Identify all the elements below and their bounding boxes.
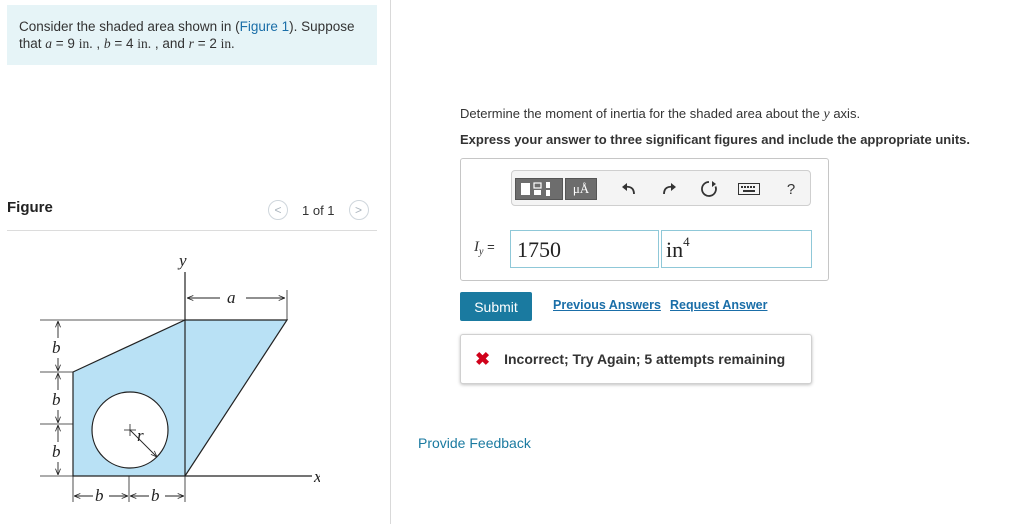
- answer-variable-label: Iy =: [474, 239, 495, 258]
- redo-icon[interactable]: [658, 178, 680, 200]
- label-b: b: [52, 338, 61, 357]
- help-button[interactable]: ?: [780, 178, 802, 200]
- figure-link[interactable]: Figure 1: [240, 19, 290, 34]
- pager-next-button[interactable]: >: [348, 200, 369, 220]
- label-a: a: [227, 288, 236, 307]
- label-b: b: [151, 486, 160, 505]
- var-b: b: [103, 36, 111, 51]
- y-axis-label: y: [177, 251, 187, 270]
- problem-line-1: Consider the shaded area shown in (Figur…: [19, 19, 355, 34]
- problem-line-2: that a = 9 in. , b = 4 in. , and r = 2 i…: [19, 36, 235, 51]
- answer-panel: μÅ ? Iy = 1750 in4: [460, 158, 829, 281]
- label-b: b: [95, 486, 104, 505]
- figure-divider: [7, 230, 377, 231]
- units-button[interactable]: μÅ: [565, 178, 597, 200]
- instructions-text: Express your answer to three significant…: [460, 132, 970, 147]
- submit-button[interactable]: Submit: [460, 292, 532, 321]
- keyboard-icon[interactable]: [736, 178, 762, 200]
- label-b: b: [52, 442, 61, 461]
- shaded-area: [72, 319, 289, 477]
- feedback-message-box: ✖ Incorrect; Try Again; 5 attempts remai…: [460, 334, 812, 384]
- provide-feedback-link[interactable]: Provide Feedback: [418, 435, 531, 451]
- problem-statement: Consider the shaded area shown in (Figur…: [7, 5, 377, 65]
- x-axis-label: x: [313, 467, 320, 486]
- undo-icon[interactable]: [618, 178, 640, 200]
- panel-divider: [390, 0, 391, 524]
- label-r: r: [137, 426, 144, 445]
- question-text: Determine the moment of inertia for the …: [460, 106, 861, 122]
- label-b: b: [52, 390, 61, 409]
- answer-value-input[interactable]: 1750: [510, 230, 659, 268]
- request-answer-link[interactable]: Request Answer: [670, 298, 767, 312]
- pager-prev-button[interactable]: <: [268, 200, 288, 220]
- previous-answers-link[interactable]: Previous Answers: [553, 298, 661, 312]
- math-toolbar: μÅ ?: [511, 170, 811, 206]
- feedback-message: Incorrect; Try Again; 5 attempts remaini…: [504, 351, 786, 367]
- answer-units-input[interactable]: in4: [661, 230, 812, 268]
- templates-button[interactable]: [515, 178, 563, 200]
- figure-title: Figure: [7, 199, 53, 216]
- figure-pager: < 1 of 1 >: [268, 199, 369, 221]
- templates-icon: [521, 182, 550, 196]
- figure-diagram: y x a b b b b b r: [40, 251, 320, 505]
- reset-icon[interactable]: [698, 178, 720, 200]
- error-x-icon: ✖: [475, 348, 491, 369]
- pager-count: 1 of 1: [302, 202, 335, 218]
